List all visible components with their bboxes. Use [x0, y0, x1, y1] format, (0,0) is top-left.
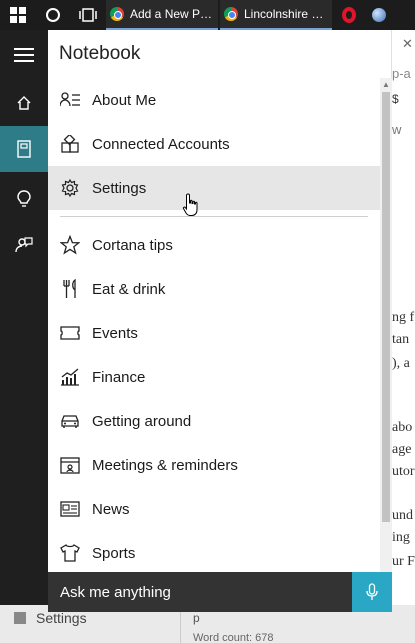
rail-reminders-button[interactable] [0, 176, 48, 222]
menu-item-label: Sports [92, 544, 136, 562]
menu-item-label: Eat & drink [92, 280, 166, 298]
menu-item-sports[interactable]: Sports [48, 531, 380, 575]
shirt-icon [60, 543, 80, 563]
menu-item-connected-accounts[interactable]: Connected Accounts [48, 122, 380, 166]
taskbar-app-other[interactable] [364, 8, 394, 22]
rail-feedback-button[interactable] [0, 222, 48, 268]
cortana-rail [0, 30, 48, 605]
ticket-icon [60, 323, 80, 343]
background-settings-label: Settings [36, 610, 87, 626]
menu-item-settings[interactable]: Settings [48, 166, 380, 210]
hamburger-menu-button[interactable] [0, 32, 48, 78]
scrollbar[interactable]: ▲ ▼ [380, 78, 392, 605]
taskbar-app-label: Lincolnshire … [244, 7, 324, 21]
scroll-up-icon[interactable]: ▲ [381, 80, 391, 90]
menu-item-label: Cortana tips [92, 236, 173, 254]
menu-item-label: Events [92, 324, 138, 342]
menu-item-label: Settings [92, 179, 147, 197]
background-status-p: p [193, 611, 200, 625]
newspaper-icon [60, 499, 80, 519]
background-text: ing [392, 530, 410, 545]
background-text: ), a [392, 356, 410, 371]
taskbar: Add a New P… Lincolnshire … [0, 0, 415, 30]
lightbulb-icon [17, 190, 31, 207]
menu-item-meetings-reminders[interactable]: Meetings & reminders [48, 443, 380, 487]
close-icon[interactable]: ✕ [402, 36, 413, 52]
connected-accounts-icon [60, 134, 80, 154]
menu-item-label: Getting around [92, 412, 192, 430]
menu-item-about-me[interactable]: About Me [48, 78, 380, 122]
opera-icon [342, 7, 356, 23]
word-count: Word count: 678 [193, 632, 274, 643]
rail-home-button[interactable] [0, 80, 48, 126]
background-text: w [392, 122, 402, 137]
menu-item-events[interactable]: Events [48, 311, 380, 355]
ask-input[interactable]: Ask me anything [48, 572, 352, 612]
menu-item-label: Connected Accounts [92, 135, 230, 153]
about-me-icon [60, 90, 80, 110]
background-text: age [392, 442, 412, 457]
notebook-icon [17, 140, 31, 158]
menu-item-finance[interactable]: Finance [48, 355, 380, 399]
windows-logo-icon [10, 7, 26, 23]
menu-item-news[interactable]: News [48, 487, 380, 531]
hamburger-icon [14, 48, 34, 62]
globe-icon [372, 8, 386, 22]
task-view-icon [79, 8, 97, 22]
fork-knife-icon [60, 279, 80, 299]
notebook-menu: About Me Connected Accounts Settings Cor… [48, 78, 380, 575]
settings-icon [14, 612, 26, 624]
home-icon [17, 96, 31, 110]
menu-divider [60, 216, 368, 217]
notebook-panel: Notebook About Me Connected Accounts Set… [48, 30, 392, 605]
menu-item-label: About Me [92, 91, 157, 109]
menu-item-cortana-tips[interactable]: Cortana tips [48, 223, 380, 267]
gear-icon [60, 178, 80, 198]
cortana-button[interactable] [36, 0, 70, 30]
cortana-circle-icon [46, 8, 60, 22]
background-text: ng f [392, 310, 415, 325]
star-icon [60, 235, 80, 255]
feedback-icon [15, 237, 33, 253]
car-icon [60, 411, 80, 431]
menu-item-getting-around[interactable]: Getting around [48, 399, 380, 443]
background-text: ur F [392, 554, 415, 569]
menu-item-label: Finance [92, 368, 146, 386]
background-text: tan [392, 332, 410, 347]
background-text: $ [392, 92, 399, 106]
taskbar-app-label: Add a New P… [130, 7, 213, 21]
taskbar-app-chrome-2[interactable]: Lincolnshire … [220, 0, 332, 30]
menu-item-label: News [92, 500, 130, 518]
page-title: Notebook [59, 43, 141, 64]
calendar-icon [60, 455, 80, 475]
microphone-icon [366, 583, 378, 600]
menu-item-label: Meetings & reminders [92, 456, 238, 474]
microphone-button[interactable] [352, 572, 392, 612]
taskbar-app-opera[interactable] [334, 7, 364, 23]
chrome-icon [224, 7, 238, 21]
scrollbar-thumb[interactable] [382, 92, 390, 522]
taskbar-app-chrome-1[interactable]: Add a New P… [106, 0, 218, 30]
start-button[interactable] [0, 0, 36, 30]
background-text: und [392, 508, 413, 523]
background-settings-link[interactable]: Settings [14, 610, 87, 626]
background-text: p-a [392, 66, 411, 81]
task-view-button[interactable] [70, 0, 106, 30]
background-window: ✕ p-a $ w ng f tan ), a abo age utor und… [392, 30, 415, 643]
background-text: utor [392, 464, 415, 479]
chart-icon [60, 367, 80, 387]
menu-item-eat-drink[interactable]: Eat & drink [48, 267, 380, 311]
rail-notebook-button[interactable] [0, 126, 48, 172]
chrome-icon [110, 7, 124, 21]
background-text: abo [392, 420, 413, 435]
ask-input-placeholder: Ask me anything [60, 583, 171, 601]
hand-cursor-icon [182, 193, 198, 216]
